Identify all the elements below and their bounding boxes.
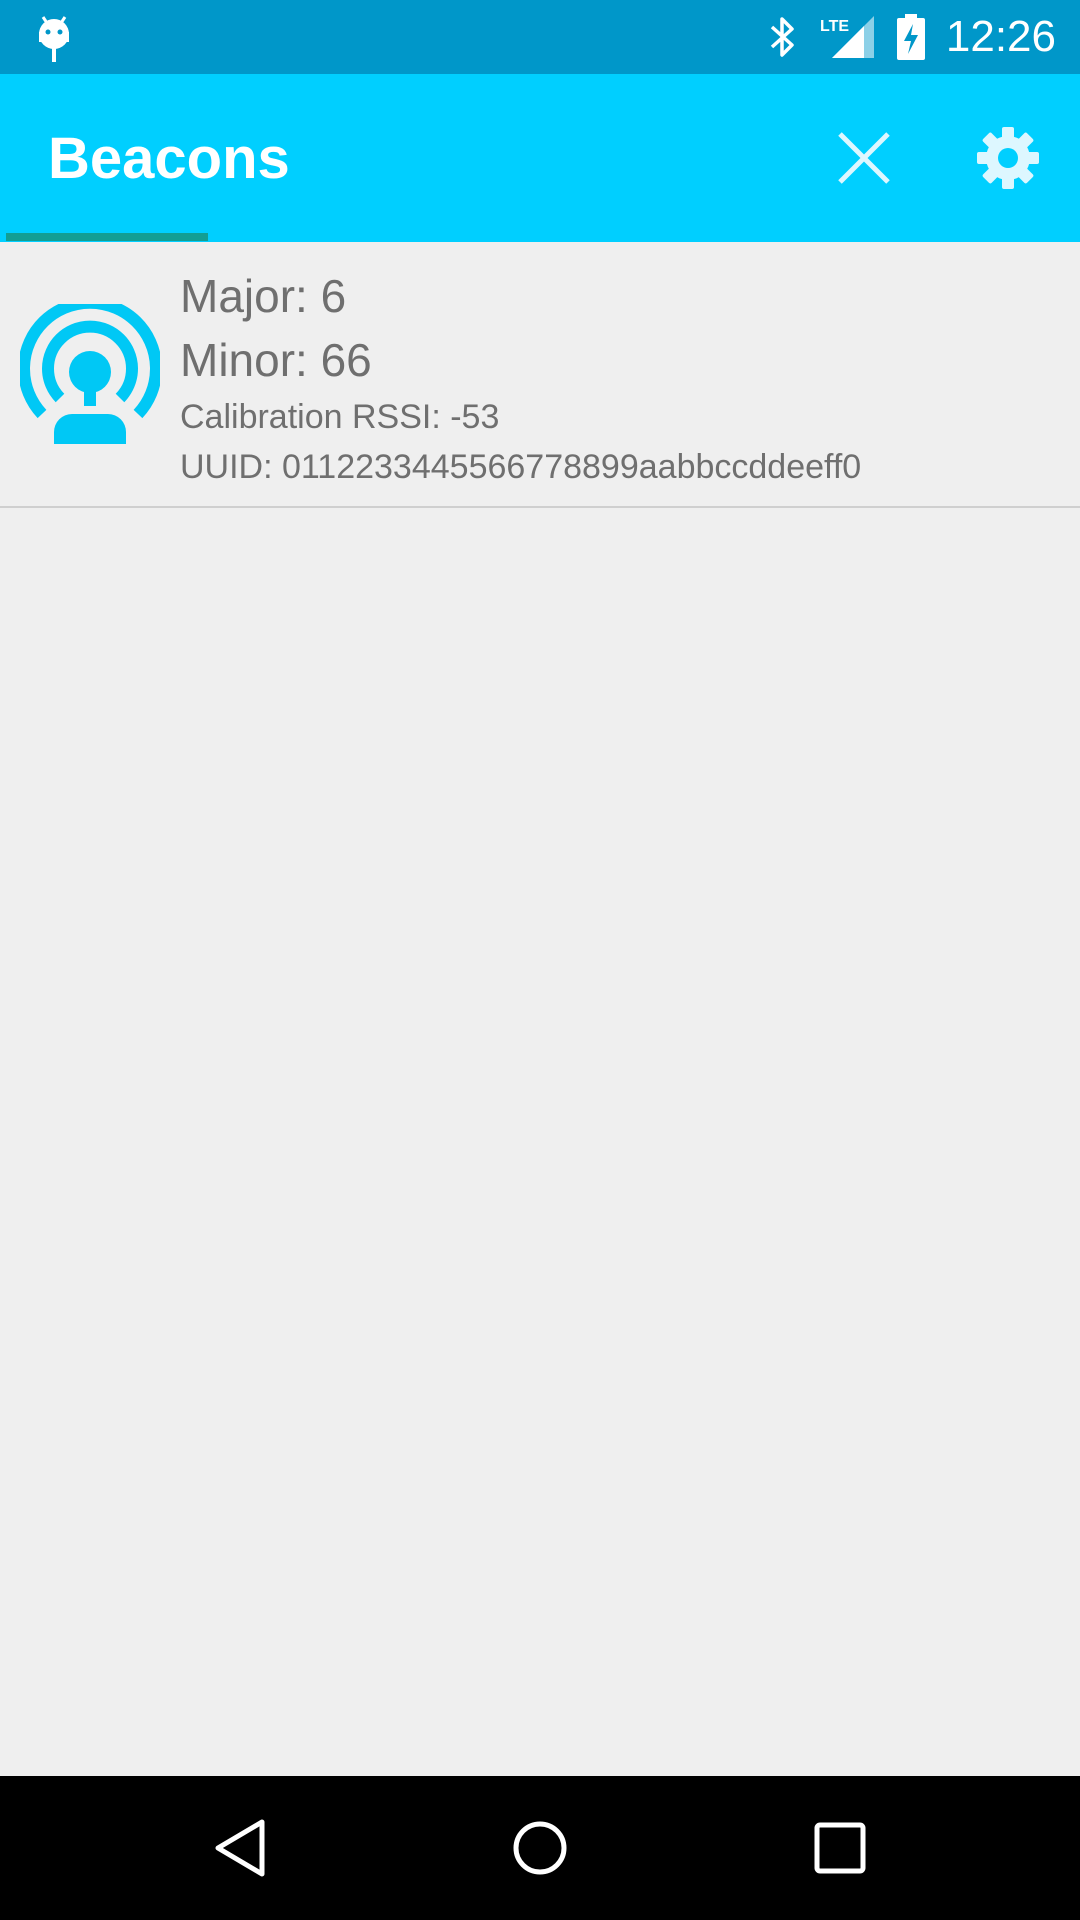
nav-bar [0, 1776, 1080, 1920]
battery-charging-icon [896, 13, 926, 61]
back-button[interactable] [204, 1812, 276, 1884]
status-bar: LTE 12:26 [0, 0, 1080, 74]
settings-button[interactable] [972, 122, 1044, 194]
app-bar: Beacons [0, 74, 1080, 242]
beacon-text: Major: 6 Minor: 66 Calibration RSSI: -53… [180, 264, 861, 492]
close-button[interactable] [828, 122, 900, 194]
beacon-icon [18, 296, 162, 444]
status-time: 12:26 [945, 12, 1056, 61]
settings-gear-icon [977, 127, 1039, 189]
beacon-calibration-rssi: Calibration RSSI: -53 [180, 398, 500, 436]
beacon-minor: Minor: 66 [180, 334, 372, 386]
beacon-uuid: UUID: 0112233445566778899aabbccddeeff0 [180, 448, 862, 486]
home-icon [513, 1821, 567, 1875]
recents-icon [814, 1822, 866, 1874]
beacon-major: Major: 6 [180, 270, 347, 322]
bluetooth-icon [766, 15, 800, 59]
list-item[interactable]: Major: 6 Minor: 66 Calibration RSSI: -53… [0, 242, 1080, 508]
screen: LTE 12:26 Beacons Major: 6 Minor: 66 Cal… [0, 0, 1080, 1920]
home-button[interactable] [504, 1812, 576, 1884]
lte-label: LTE [820, 18, 849, 35]
back-icon [215, 1819, 265, 1877]
close-icon [838, 132, 890, 184]
recents-button[interactable] [804, 1812, 876, 1884]
status-right: LTE 12:26 [766, 0, 1056, 74]
android-debug-icon [34, 12, 74, 64]
tab-indicator [6, 233, 208, 241]
lte-signal-icon: LTE [820, 14, 876, 60]
app-title: Beacons [48, 126, 290, 191]
